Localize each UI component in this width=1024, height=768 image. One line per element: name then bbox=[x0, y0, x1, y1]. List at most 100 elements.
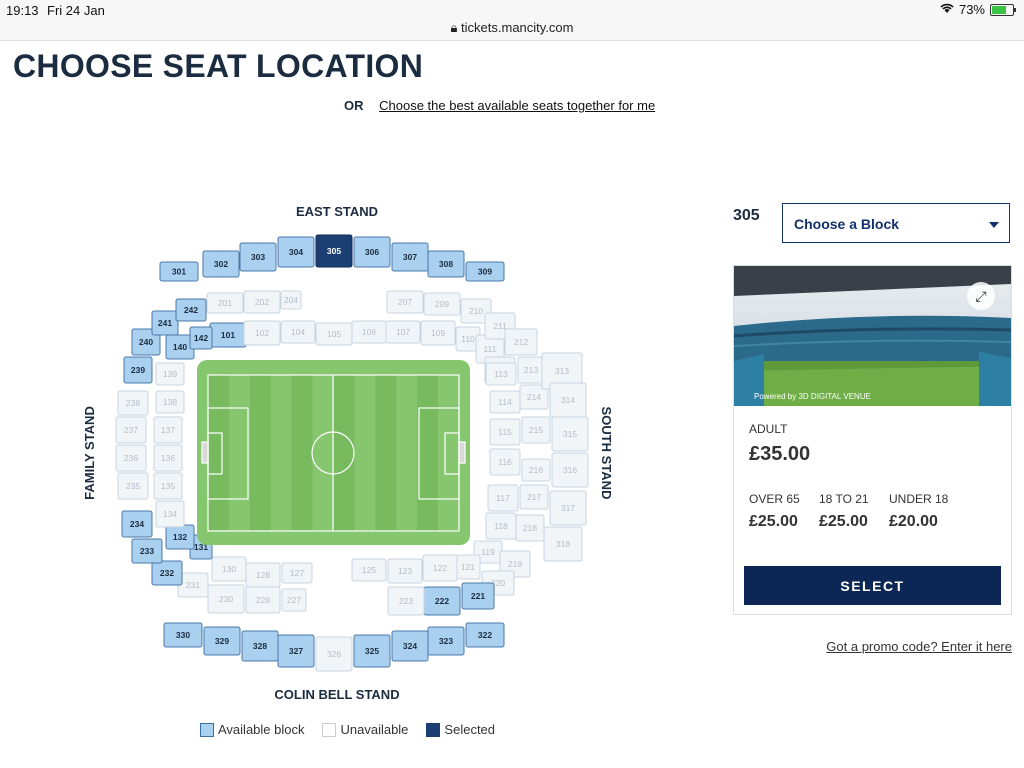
seat-block-label: 238 bbox=[126, 398, 140, 408]
seat-block-label: 142 bbox=[194, 333, 208, 343]
seat-block-309[interactable]: 309 bbox=[465, 261, 505, 282]
seat-block-301[interactable]: 301 bbox=[159, 261, 199, 282]
seat-block-label: 317 bbox=[561, 503, 575, 513]
seat-block-327[interactable]: 327 bbox=[277, 634, 315, 668]
seat-block-207: 207 bbox=[386, 290, 424, 314]
seat-block-label: 127 bbox=[290, 568, 304, 578]
seat-block-label: 117 bbox=[496, 493, 510, 503]
seat-block-304[interactable]: 304 bbox=[277, 236, 315, 268]
seat-block-label: 134 bbox=[163, 509, 177, 519]
seat-block-label: 221 bbox=[471, 591, 485, 601]
seat-block-222[interactable]: 222 bbox=[423, 586, 461, 616]
seat-block-239[interactable]: 239 bbox=[123, 356, 153, 384]
seat-block-303[interactable]: 303 bbox=[239, 242, 277, 272]
block-view-photo[interactable]: ⤢ Powered by 3D DIGITAL VENUE bbox=[734, 266, 1011, 406]
seat-block-215: 215 bbox=[521, 416, 551, 444]
seat-block-label: 324 bbox=[403, 641, 417, 651]
seat-block-105: 105 bbox=[315, 322, 353, 346]
age-18-to-21-label: 18 TO 21 bbox=[819, 492, 869, 506]
seat-block-label: 223 bbox=[399, 596, 413, 606]
seat-block-label: 323 bbox=[439, 636, 453, 646]
seat-block-235: 235 bbox=[117, 472, 149, 500]
seat-block-136: 136 bbox=[153, 444, 183, 472]
seat-block-label: 217 bbox=[527, 492, 541, 502]
seat-block-label: 140 bbox=[173, 342, 187, 352]
seat-block-101[interactable]: 101 bbox=[209, 322, 247, 348]
seat-block-218: 218 bbox=[515, 514, 545, 542]
seat-block-label: 106 bbox=[362, 327, 376, 337]
block-details-panel: ⤢ Powered by 3D DIGITAL VENUE ADULT £35.… bbox=[733, 265, 1012, 615]
seat-block-label: 125 bbox=[362, 565, 376, 575]
seat-block-330[interactable]: 330 bbox=[163, 622, 203, 648]
seat-block-label: 234 bbox=[130, 519, 144, 529]
seat-block-209: 209 bbox=[423, 292, 461, 316]
legend-available: Available block bbox=[200, 722, 304, 737]
best-seats-link[interactable]: Choose the best available seats together… bbox=[379, 98, 655, 113]
seat-block-label: 307 bbox=[403, 252, 417, 262]
seat-block-233[interactable]: 233 bbox=[131, 538, 163, 564]
seat-block-230: 230 bbox=[207, 584, 245, 614]
seat-block-label: 204 bbox=[284, 295, 298, 305]
seat-block-202: 202 bbox=[243, 290, 281, 314]
seat-block-324[interactable]: 324 bbox=[391, 630, 429, 662]
adult-price: £35.00 bbox=[749, 443, 811, 465]
seat-block-label: 132 bbox=[173, 532, 187, 542]
seat-block-label: 316 bbox=[563, 465, 577, 475]
seat-block-305[interactable]: 305 bbox=[315, 234, 353, 268]
seat-block-302[interactable]: 302 bbox=[202, 250, 240, 278]
seat-block-234[interactable]: 234 bbox=[121, 510, 153, 538]
seat-block-132[interactable]: 132 bbox=[165, 524, 195, 550]
seat-block-326: 326 bbox=[315, 636, 353, 672]
seat-block-325[interactable]: 325 bbox=[353, 634, 391, 668]
seat-block-328[interactable]: 328 bbox=[241, 630, 279, 662]
seat-block-242[interactable]: 242 bbox=[175, 298, 207, 322]
seat-block-238: 238 bbox=[117, 390, 149, 416]
available-swatch bbox=[200, 722, 214, 737]
seat-block-label: 201 bbox=[218, 298, 232, 308]
seat-block-329[interactable]: 329 bbox=[203, 626, 241, 656]
seat-block-label: 135 bbox=[161, 481, 175, 491]
legend-selected: Selected bbox=[426, 722, 495, 737]
seat-block-322[interactable]: 322 bbox=[465, 622, 505, 648]
lock-icon: 🔒︎ bbox=[450, 20, 458, 35]
seat-block-label: 115 bbox=[498, 427, 512, 437]
seat-block-221[interactable]: 221 bbox=[461, 582, 495, 610]
seat-block-label: 304 bbox=[289, 247, 303, 257]
choose-block-dropdown[interactable]: Choose a Block bbox=[782, 203, 1010, 243]
seat-block-label: 207 bbox=[398, 297, 412, 307]
adult-label: ADULT bbox=[749, 422, 788, 436]
battery-icon bbox=[990, 3, 1016, 16]
address-bar[interactable]: 🔒︎ tickets.mancity.com bbox=[0, 20, 1024, 36]
seat-block-label: 213 bbox=[524, 365, 538, 375]
seat-block-label: 109 bbox=[431, 328, 445, 338]
seat-block-307[interactable]: 307 bbox=[391, 242, 429, 272]
seat-block-label: 121 bbox=[461, 562, 475, 572]
seat-block-label: 119 bbox=[481, 547, 495, 557]
seat-block-label: 241 bbox=[158, 318, 172, 328]
seat-block-323[interactable]: 323 bbox=[427, 626, 465, 656]
seat-block-label: 302 bbox=[214, 259, 228, 269]
seat-block-label: 113 bbox=[494, 369, 508, 379]
seat-block-318: 318 bbox=[543, 526, 583, 562]
battery-percent: 73% bbox=[958, 2, 985, 17]
seat-block-label: 209 bbox=[435, 299, 449, 309]
promo-code-link[interactable]: Got a promo code? Enter it here bbox=[826, 639, 1012, 654]
selected-block-number: 305 bbox=[733, 207, 760, 224]
legend-unavailable-label: Unavailable bbox=[340, 722, 409, 737]
seat-block-241[interactable]: 241 bbox=[151, 310, 179, 336]
pitch bbox=[197, 360, 470, 545]
expand-icon[interactable]: ⤢ bbox=[967, 282, 995, 310]
seat-block-label: 139 bbox=[163, 369, 177, 379]
seat-block-308[interactable]: 308 bbox=[427, 250, 465, 278]
seat-block-306[interactable]: 306 bbox=[353, 236, 391, 268]
seat-block-label: 314 bbox=[561, 395, 575, 405]
seat-block-232[interactable]: 232 bbox=[151, 560, 183, 586]
select-button[interactable]: SELECT bbox=[744, 566, 1001, 605]
selected-swatch bbox=[426, 722, 441, 737]
seat-block-label: 235 bbox=[126, 481, 140, 491]
seat-block-label: 236 bbox=[124, 453, 138, 463]
age-18-to-21-price: £25.00 bbox=[819, 513, 868, 530]
seat-block-227: 227 bbox=[281, 588, 307, 612]
seat-block-142[interactable]: 142 bbox=[189, 326, 213, 350]
seat-block-label: 309 bbox=[478, 267, 492, 277]
